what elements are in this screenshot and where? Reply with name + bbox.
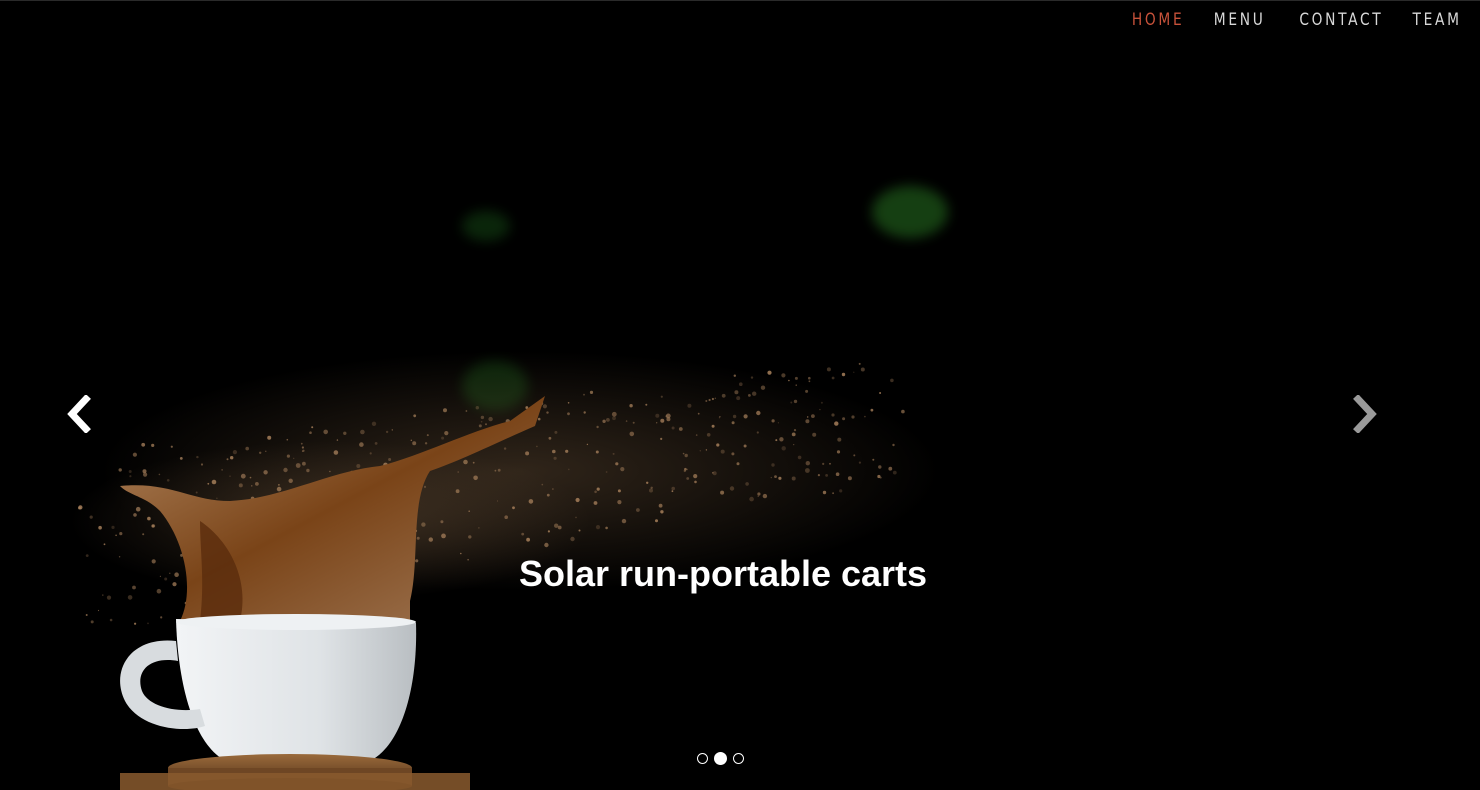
top-nav: HOME MENU CONTACT TEAM (1126, 9, 1462, 31)
carousel-indicator-2[interactable] (714, 752, 727, 765)
chevron-right-icon (1353, 394, 1377, 434)
nav-item-menu[interactable]: MENU (1214, 9, 1266, 31)
carousel-indicators (697, 752, 744, 765)
slide-caption: Solar run-portable carts (518, 553, 928, 594)
hero-carousel: HOME MENU CONTACT TEAM Solar run-portabl… (0, 0, 1480, 790)
nav-item-home[interactable]: HOME (1132, 9, 1185, 31)
coffee-splash-illustration (70, 351, 940, 790)
nav-item-team[interactable]: TEAM (1413, 9, 1462, 31)
chevron-left-icon (67, 394, 91, 434)
nav-item-contact[interactable]: CONTACT (1299, 9, 1383, 31)
carousel-indicator-3[interactable] (733, 753, 744, 764)
carousel-next-button[interactable] (1348, 394, 1382, 434)
carousel-prev-button[interactable] (64, 394, 98, 434)
slide-image (0, 1, 1480, 790)
carousel-indicator-1[interactable] (697, 753, 708, 764)
